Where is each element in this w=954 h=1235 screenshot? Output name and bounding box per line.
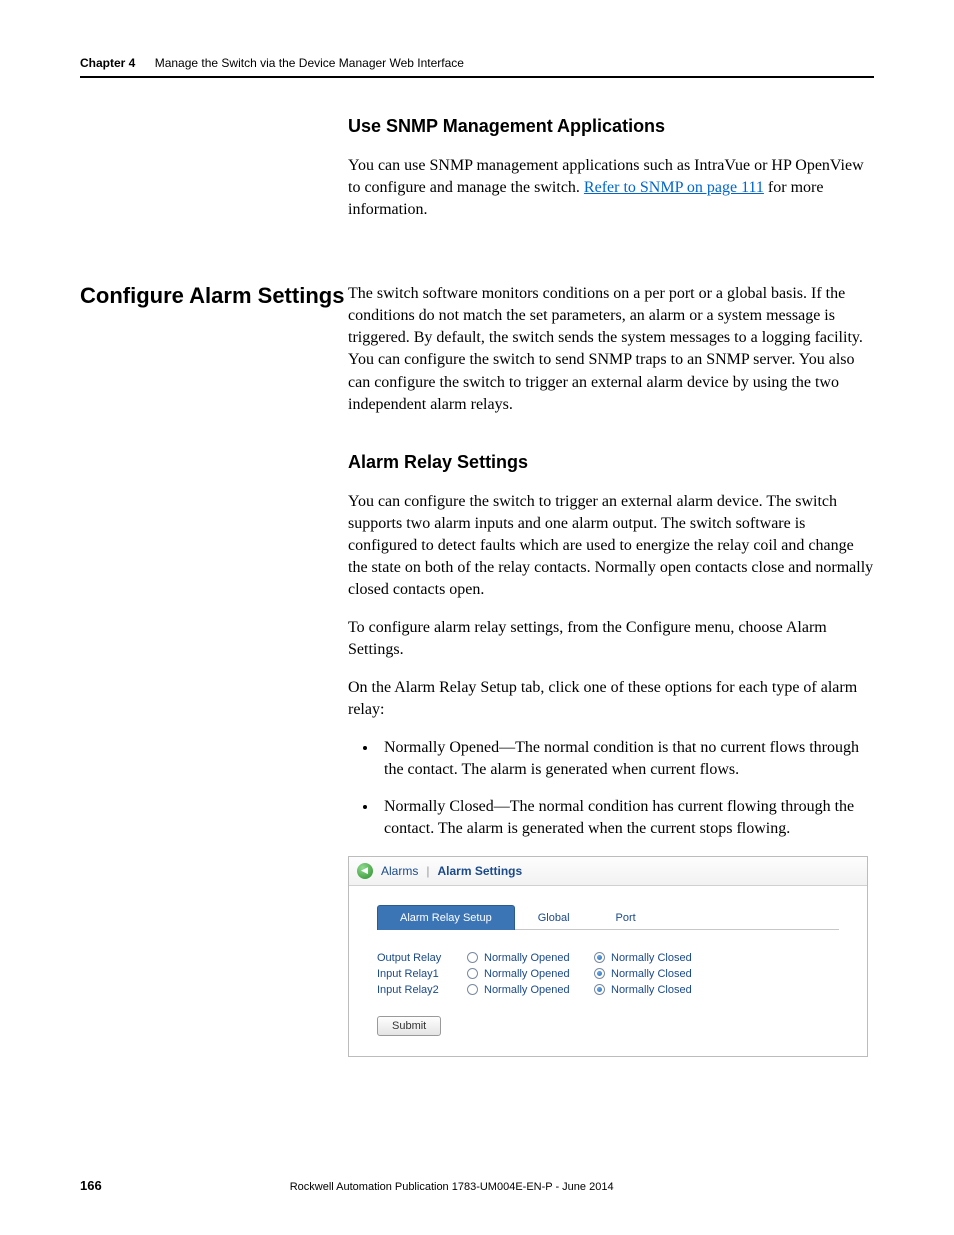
radio-normally-closed[interactable] — [594, 968, 605, 979]
snmp-paragraph: You can use SNMP management applications… — [348, 155, 874, 221]
breadcrumb-current: Alarm Settings — [437, 864, 522, 878]
relay-label: Input Relay2 — [377, 984, 461, 996]
tab-alarm-relay-setup[interactable]: Alarm Relay Setup — [377, 905, 515, 930]
back-icon[interactable] — [357, 863, 373, 879]
radio-label: Normally Opened — [484, 968, 588, 980]
tab-port[interactable]: Port — [593, 905, 659, 930]
radio-label: Normally Opened — [484, 952, 588, 964]
relay-row-input1: Input Relay1 Normally Opened Normally Cl… — [377, 968, 839, 980]
heading-configure-alarm: Configure Alarm Settings — [80, 283, 344, 309]
relay-grid: Output Relay Normally Opened Normally Cl… — [377, 952, 839, 996]
alarm-relay-bullets: Normally Opened—The normal condition is … — [378, 737, 874, 839]
alarm-relay-p2: To configure alarm relay settings, from … — [348, 617, 874, 661]
list-item: Normally Opened—The normal condition is … — [378, 737, 870, 781]
breadcrumb-parent[interactable]: Alarms — [381, 864, 418, 878]
page-number: 166 — [80, 1178, 102, 1193]
radio-label: Normally Opened — [484, 984, 588, 996]
publication-info: Rockwell Automation Publication 1783-UM0… — [290, 1181, 614, 1193]
chapter-title: Manage the Switch via the Device Manager… — [155, 56, 464, 70]
submit-button[interactable]: Submit — [377, 1016, 441, 1036]
relay-label: Input Relay1 — [377, 968, 461, 980]
relay-label: Output Relay — [377, 952, 461, 964]
radio-normally-opened[interactable] — [467, 952, 478, 963]
radio-label: Normally Closed — [611, 984, 715, 996]
snmp-link[interactable]: Refer to SNMP on page 111 — [584, 179, 764, 196]
page-footer: 166 Rockwell Automation Publication 1783… — [80, 1178, 874, 1193]
list-item: Normally Closed—The normal condition has… — [378, 796, 870, 840]
heading-snmp: Use SNMP Management Applications — [348, 116, 874, 137]
alarm-relay-p3: On the Alarm Relay Setup tab, click one … — [348, 677, 874, 721]
relay-row-output: Output Relay Normally Opened Normally Cl… — [377, 952, 839, 964]
configure-paragraph: The switch software monitors conditions … — [348, 283, 874, 415]
alarm-relay-p1: You can configure the switch to trigger … — [348, 491, 874, 601]
page-header: Chapter 4 Manage the Switch via the Devi… — [80, 56, 874, 78]
tab-bar: Alarm Relay Setup Global Port — [377, 904, 839, 930]
radio-label: Normally Closed — [611, 968, 715, 980]
alarm-settings-screenshot: Alarms | Alarm Settings Alarm Relay Setu… — [348, 856, 868, 1057]
chapter-label: Chapter 4 — [80, 56, 135, 70]
radio-normally-closed[interactable] — [594, 952, 605, 963]
radio-normally-closed[interactable] — [594, 984, 605, 995]
radio-normally-opened[interactable] — [467, 984, 478, 995]
breadcrumb: Alarms | Alarm Settings — [349, 857, 867, 886]
radio-label: Normally Closed — [611, 952, 715, 964]
breadcrumb-separator: | — [426, 864, 429, 878]
page-content: Use SNMP Management Applications You can… — [80, 100, 874, 1057]
tab-global[interactable]: Global — [515, 905, 593, 930]
relay-row-input2: Input Relay2 Normally Opened Normally Cl… — [377, 984, 839, 996]
radio-normally-opened[interactable] — [467, 968, 478, 979]
heading-alarm-relay: Alarm Relay Settings — [348, 452, 874, 473]
